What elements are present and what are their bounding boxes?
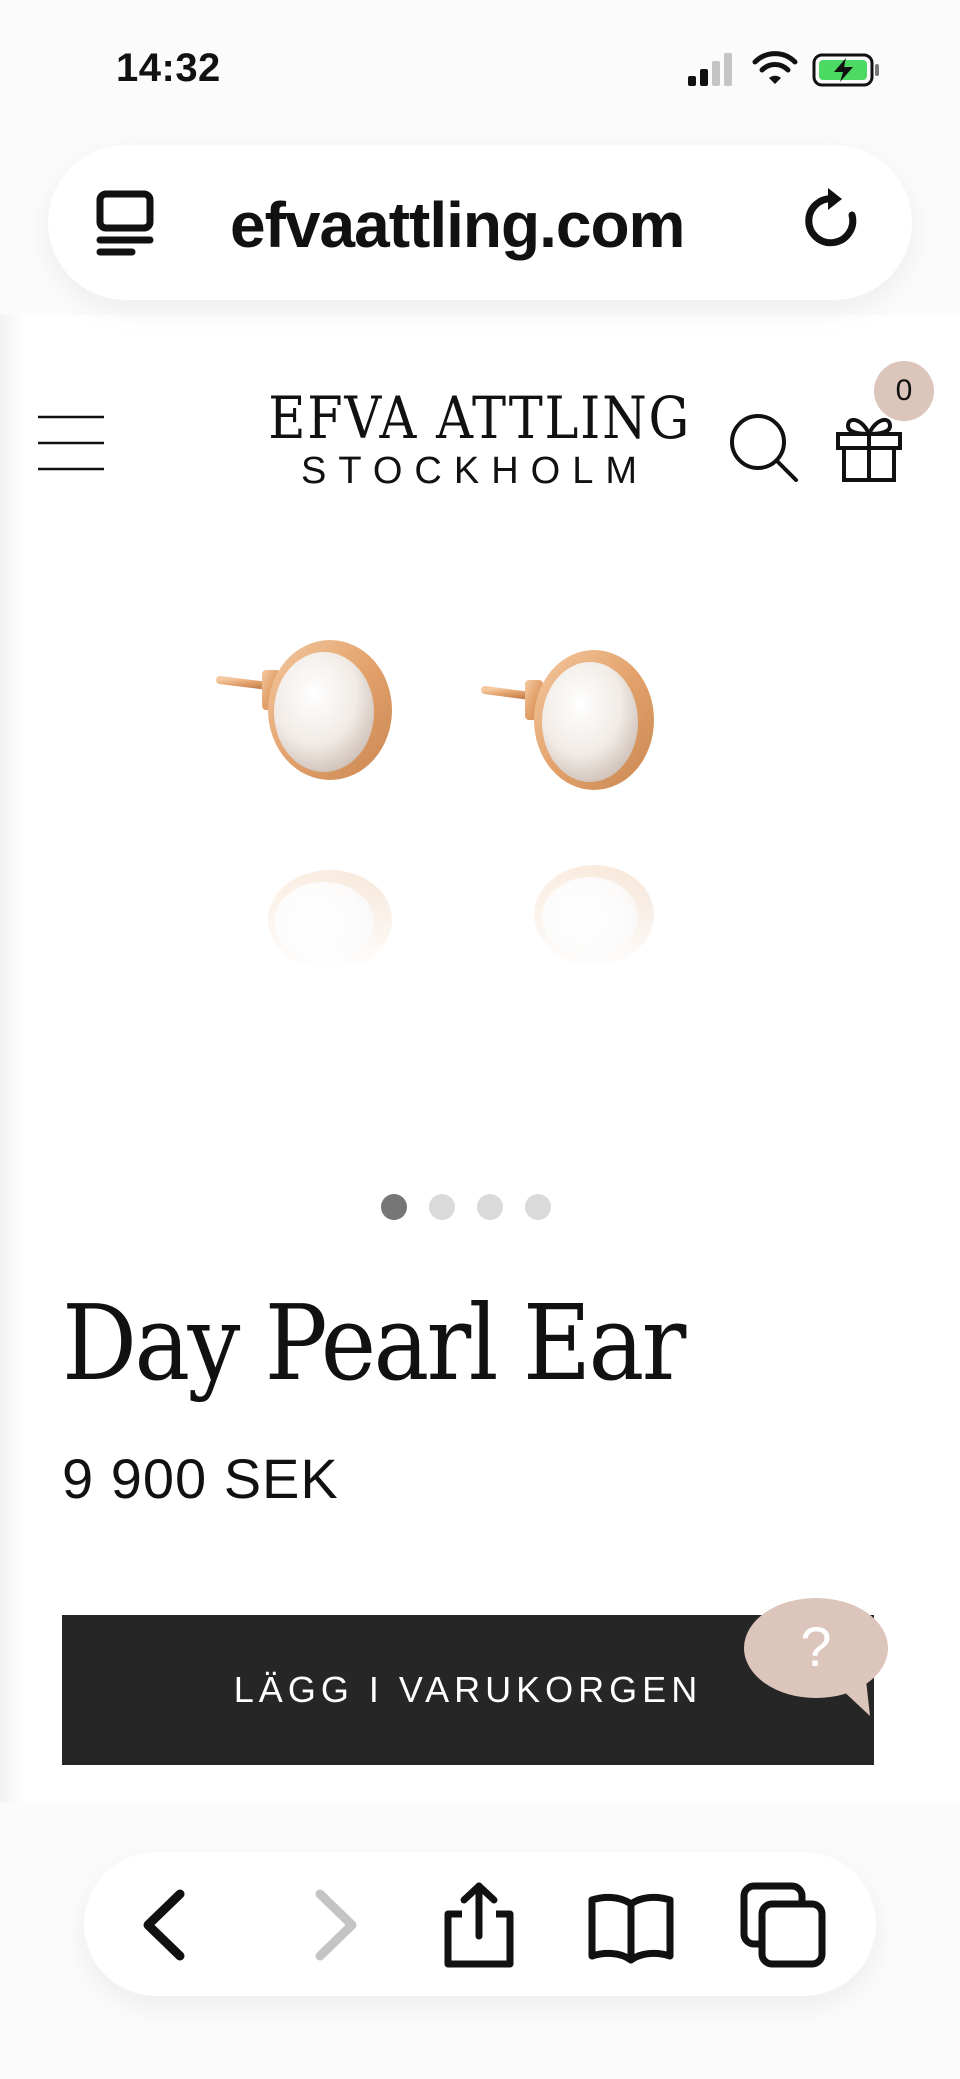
forward-icon[interactable]: [288, 1880, 378, 1970]
help-chat-icon[interactable]: ?: [742, 1596, 894, 1720]
bookmarks-icon[interactable]: [586, 1880, 676, 1970]
url-text[interactable]: efvaattling.com: [230, 188, 750, 262]
carousel-dot-2[interactable]: [429, 1194, 455, 1220]
gift-cart-icon[interactable]: [834, 410, 904, 482]
share-icon[interactable]: [434, 1880, 524, 1970]
brand-logo[interactable]: EFVA ATTLING STOCKHOLM: [240, 384, 710, 493]
product-price: 9 900 SEK: [62, 1447, 339, 1510]
back-icon[interactable]: [122, 1880, 212, 1970]
cellular-signal-icon: [688, 53, 732, 86]
page-edge-shadow: [0, 315, 26, 1805]
status-time: 14:32: [116, 46, 221, 90]
hamburger-menu-icon[interactable]: [36, 413, 106, 473]
help-label: ?: [800, 1615, 831, 1678]
brand-city: STOCKHOLM: [300, 450, 649, 492]
reader-mode-icon[interactable]: [94, 188, 158, 260]
reload-icon[interactable]: [800, 185, 868, 257]
wifi-icon: [752, 51, 798, 84]
product-title: Day Pearl Ear: [62, 1282, 686, 1404]
cart-count-badge[interactable]: 0: [874, 361, 934, 421]
search-icon[interactable]: [726, 410, 800, 484]
carousel-dot-1[interactable]: [381, 1194, 407, 1220]
carousel-dot-4[interactable]: [525, 1194, 551, 1220]
battery-charging-icon: [812, 53, 879, 87]
brand-name: EFVA ATTLING: [268, 384, 692, 452]
tabs-icon[interactable]: [738, 1880, 828, 1970]
image-carousel-dots: [381, 1194, 551, 1220]
carousel-dot-3[interactable]: [477, 1194, 503, 1220]
product-image-pearl-earrings[interactable]: [190, 590, 740, 970]
